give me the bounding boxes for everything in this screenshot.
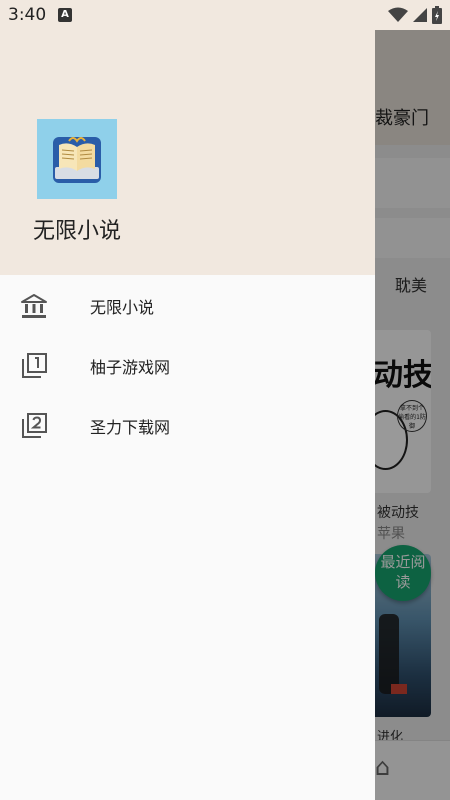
status-bar: 3:40 A bbox=[0, 0, 450, 30]
status-icons bbox=[388, 5, 442, 25]
signal-icon bbox=[413, 8, 427, 22]
menu-item-shengli[interactable]: 圣力下载网 bbox=[0, 395, 375, 455]
drawer-menu: 无限小说 柚子游戏网 圣力下载网 bbox=[0, 275, 375, 455]
bank-icon bbox=[21, 294, 47, 318]
app-logo bbox=[37, 119, 117, 199]
filter-1-icon bbox=[22, 353, 47, 378]
status-time: 3:40 bbox=[8, 5, 47, 25]
menu-item-label: 圣力下载网 bbox=[90, 418, 171, 437]
filter-2-icon bbox=[22, 413, 47, 438]
menu-item-label: 无限小说 bbox=[90, 298, 155, 317]
drawer-header: 无限小说 bbox=[0, 30, 375, 275]
notification-icon: A bbox=[58, 8, 72, 22]
drawer-app-name: 无限小说 bbox=[33, 219, 122, 244]
drawer-scrim[interactable] bbox=[375, 30, 450, 800]
menu-item-youzi[interactable]: 柚子游戏网 bbox=[0, 335, 375, 395]
battery-icon bbox=[432, 6, 442, 24]
wifi-icon bbox=[388, 7, 408, 22]
menu-item-wuxian[interactable]: 无限小说 bbox=[0, 275, 375, 335]
book-icon bbox=[53, 137, 101, 183]
menu-item-label: 柚子游戏网 bbox=[90, 358, 171, 377]
navigation-drawer: 无限小说 无限小说 柚子游戏网 圣力下载网 bbox=[0, 30, 375, 800]
